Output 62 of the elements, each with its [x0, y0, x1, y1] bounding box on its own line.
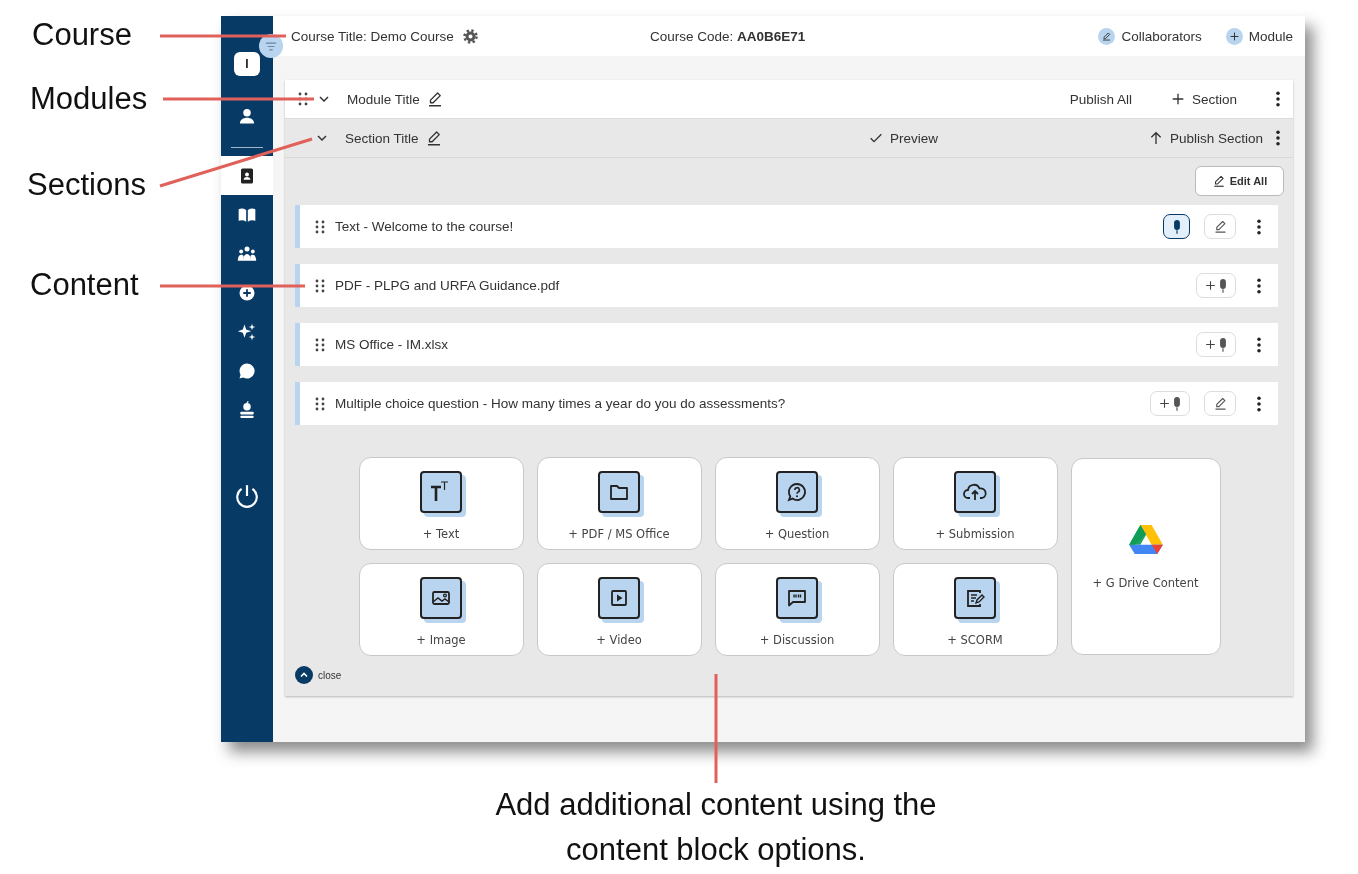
- publish-all-button[interactable]: Publish All: [1069, 91, 1132, 107]
- content-block-card[interactable]: + Image: [358, 563, 524, 656]
- annotation-label: Sections: [27, 168, 146, 202]
- more-options-icon[interactable]: [1275, 130, 1281, 146]
- course-title: Course Title: Demo Course: [291, 28, 454, 44]
- plus-icon: [1158, 397, 1171, 410]
- add-audio-button[interactable]: [1150, 391, 1190, 416]
- module-title: Module Title: [347, 91, 420, 107]
- microphone-button[interactable]: [1163, 214, 1190, 239]
- microphone-icon: [1172, 395, 1182, 412]
- content-block-card[interactable]: + SCORM: [892, 563, 1058, 656]
- content-block-card[interactable]: + Submission: [892, 457, 1058, 550]
- edit-button[interactable]: [1204, 214, 1236, 239]
- close-button[interactable]: close: [295, 666, 342, 684]
- content-block-card[interactable]: + PDF / MS Office: [536, 457, 702, 550]
- more-options-icon[interactable]: [1256, 336, 1262, 353]
- preview-button[interactable]: Preview: [867, 130, 938, 146]
- drag-handle-icon[interactable]: [315, 278, 325, 293]
- add-audio-button[interactable]: [1196, 273, 1236, 298]
- microphone-icon: [1171, 218, 1182, 235]
- annotation-label: Content: [30, 268, 139, 302]
- settings-icon[interactable]: [461, 27, 479, 45]
- drag-handle-icon[interactable]: [315, 219, 325, 234]
- annotation-label: Modules: [30, 82, 148, 116]
- annotation-caption: Add additional content using the content block options.: [494, 786, 938, 869]
- power-icon: [234, 482, 260, 509]
- edit-button[interactable]: [1204, 391, 1236, 416]
- chevron-up-icon: [295, 666, 313, 684]
- collaborators-button[interactable]: Collaborators: [1098, 27, 1202, 45]
- drag-handle-icon[interactable]: [315, 337, 325, 352]
- content-block-card[interactable]: + Discussion: [714, 563, 880, 656]
- contact-book-nav-item[interactable]: [221, 156, 273, 195]
- add-audio-button[interactable]: [1196, 332, 1236, 357]
- plus-icon: [1204, 338, 1217, 351]
- course-code: Course Code: AA0B6E71: [650, 28, 806, 44]
- drag-handle-icon[interactable]: [298, 92, 308, 106]
- content-block-card[interactable]: + Text: [358, 457, 524, 550]
- add-icon: [1225, 27, 1243, 45]
- microphone-icon: [1218, 277, 1228, 294]
- content-block-card[interactable]: + Question: [714, 457, 880, 550]
- add-module-button[interactable]: Module: [1225, 27, 1293, 45]
- filter-lines-icon: [265, 41, 277, 51]
- edit-all-button[interactable]: Edit All: [1195, 166, 1284, 196]
- content-block-card[interactable]: + Video: [536, 563, 702, 656]
- publish-section-button[interactable]: Publish Section: [1147, 130, 1263, 146]
- more-options-icon[interactable]: [1256, 395, 1262, 412]
- profile-badge[interactable]: I: [234, 52, 260, 76]
- add-section-button[interactable]: Section: [1169, 91, 1237, 107]
- section-title: Section Title: [345, 130, 419, 146]
- drag-handle-icon[interactable]: [315, 396, 325, 411]
- microphone-icon: [1218, 336, 1228, 353]
- pencil-icon: [1098, 27, 1116, 45]
- contact-book-icon: [238, 166, 256, 185]
- triangle-icon: [1128, 523, 1163, 554]
- plus-icon: [1204, 279, 1217, 292]
- more-options-icon[interactable]: [1256, 218, 1262, 235]
- annotation-label: Course: [32, 18, 132, 52]
- chat-icon: [238, 361, 256, 380]
- more-options-icon[interactable]: [1256, 277, 1262, 294]
- more-options-icon[interactable]: [1275, 91, 1281, 107]
- pencil-icon: [1211, 174, 1226, 188]
- drive-content-card[interactable]: + G Drive Content: [1070, 458, 1221, 655]
